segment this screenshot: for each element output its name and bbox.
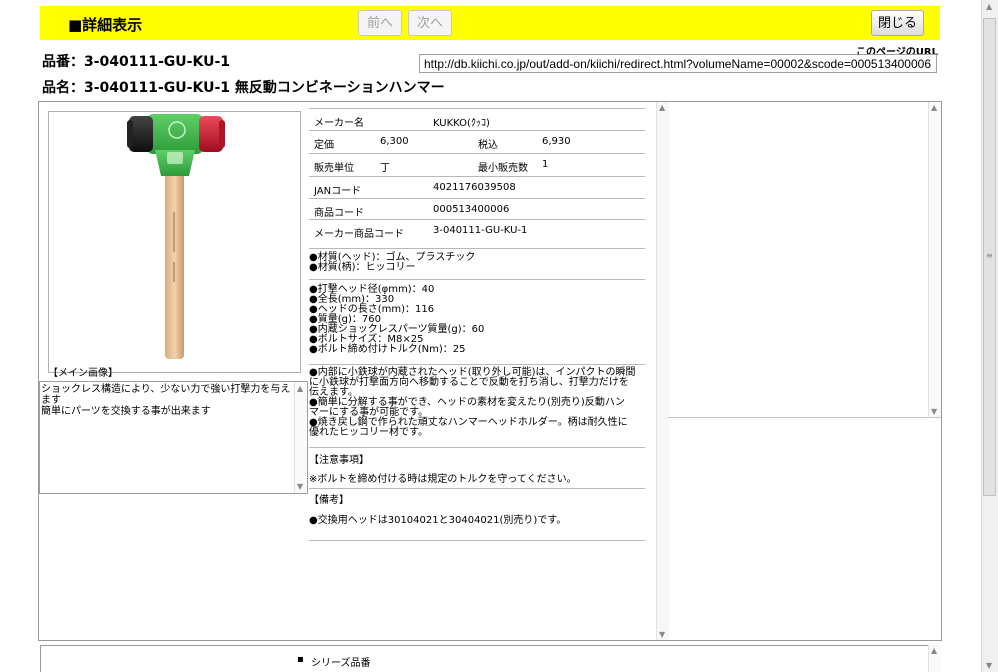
hammer-image [127, 114, 225, 359]
scroll-down-icon[interactable]: ▼ [931, 407, 937, 416]
remarks-text: ●交換用ヘッドは30104021と30404021(別売り)です。 [309, 515, 567, 526]
main-image-caption: 【メイン画像】 [48, 368, 118, 379]
prev-button[interactable]: 前へ [358, 10, 402, 36]
spec-label: メーカー名 [314, 118, 364, 129]
spec-label: 最小販売数 [478, 163, 528, 174]
caution-title: 【注意事項】 [309, 455, 369, 466]
dimension-line: ●ボルト締め付けトルク(Nm)：25 [309, 344, 466, 355]
series-box: ▪ シリーズ品番 [40, 645, 940, 672]
remarks-title: 【備考】 [309, 495, 349, 506]
detail-title: ■詳細表示 [68, 16, 143, 34]
bullet-icon: ▪ [297, 654, 304, 665]
grip-icon: ≡ [986, 251, 993, 260]
spec-row-price: 定価 6,300 税込 6,930 [309, 131, 645, 154]
spec-row-unit: 販売単位 丁 最小販売数 1 [309, 154, 645, 177]
spec-value: 4021176039508 [433, 182, 516, 193]
description-line: ショックレス構造により、少ない力で強い打撃力を与えます [41, 384, 291, 406]
spec-value: 1 [542, 159, 549, 170]
page-url-field[interactable]: http://db.kiichi.co.jp/out/add-on/kiichi… [419, 54, 937, 73]
spec-label: 商品コード [314, 208, 364, 219]
spec-value: 6,930 [542, 136, 571, 147]
series-scrollbar[interactable]: ▲ [928, 645, 941, 672]
close-button[interactable]: 閉じる [871, 10, 924, 36]
divider [309, 447, 645, 448]
spec-row-maker-code: メーカー商品コード 3-040111-GU-KU-1 [309, 220, 645, 249]
scroll-up-icon[interactable]: ▲ [297, 383, 303, 394]
spec-row-maker: メーカー名 KUKKO(ｸｯｺ) [309, 109, 645, 131]
spec-value: 3-040111-GU-KU-1 [433, 225, 528, 236]
material-section: ●材質(ヘッド)：ゴム、プラスチック ●材質(柄)：ヒッコリー [309, 253, 645, 273]
description-line: 簡単にパーツを交換する事が出来ます [41, 406, 211, 417]
spec-value: 000513400006 [433, 204, 510, 215]
spec-value: KUKKO(ｸｯｺ) [433, 118, 490, 129]
scroll-up-icon[interactable]: ▲ [931, 103, 937, 112]
features-section: ●内部に小鉄球が内蔵されたヘッド(取り外し可能)は、インパクトの瞬間 に小鉄球が… [309, 368, 645, 438]
next-button[interactable]: 次へ [408, 10, 452, 36]
scroll-down-icon[interactable]: ▼ [986, 661, 992, 670]
spec-label: 定価 [314, 140, 334, 151]
spec-row-code: 商品コード 000513400006 [309, 199, 645, 220]
spec-label: 販売単位 [314, 163, 354, 174]
feature-line: に小鉄球が打撃面方向へ移動することで反動を打ち消し、打撃力だけを [309, 377, 629, 388]
feature-line: 優れたヒッコリー材です。 [309, 427, 428, 438]
spec-label: 税込 [478, 140, 498, 151]
product-image [48, 111, 301, 373]
material-line: ●材質(柄)：ヒッコリー [309, 262, 416, 273]
series-label: シリーズ品番 [311, 658, 371, 669]
dimensions-section: ●打撃ヘッド径(φmm)：40 ●全長(mm)：330 ●ヘッドの長さ(mm)：… [309, 285, 645, 355]
caution-text: ※ボルトを締め付ける時は規定のトルクを守ってください。 [309, 474, 577, 485]
scroll-up-icon[interactable]: ▲ [659, 103, 665, 112]
divider [309, 279, 645, 280]
divider [309, 488, 645, 489]
page-scroll-thumb[interactable]: ≡ [983, 18, 996, 496]
spec-row-jan: JANコード 4021176039508 [309, 177, 645, 199]
scroll-up-icon[interactable]: ▲ [931, 646, 937, 655]
toolbar: ■詳細表示 [40, 6, 940, 40]
scroll-down-icon[interactable]: ▼ [659, 630, 665, 639]
spec-value: 丁 [380, 163, 390, 174]
description-box[interactable]: ショックレス構造により、少ない力で強い打撃力を与えます 簡単にパーツを交換する事… [39, 381, 308, 494]
divider [309, 540, 645, 541]
spec-label: JANコード [314, 186, 362, 197]
spec-label: メーカー商品コード [314, 229, 404, 240]
product-number: 品番：3-040111-GU-KU-1 [42, 54, 231, 70]
divider [309, 364, 645, 365]
description-scrollbar[interactable]: ▲ ▼ [294, 382, 307, 493]
product-name: 品名：3-040111-GU-KU-1 無反動コンビネーションハンマー [42, 80, 445, 96]
related-panel: ▲ ▼ [668, 102, 941, 418]
scroll-up-icon[interactable]: ▲ [986, 2, 992, 11]
spec-value: 6,300 [380, 136, 409, 147]
scroll-down-icon[interactable]: ▼ [297, 481, 303, 492]
related-scrollbar[interactable]: ▲ ▼ [928, 102, 941, 417]
